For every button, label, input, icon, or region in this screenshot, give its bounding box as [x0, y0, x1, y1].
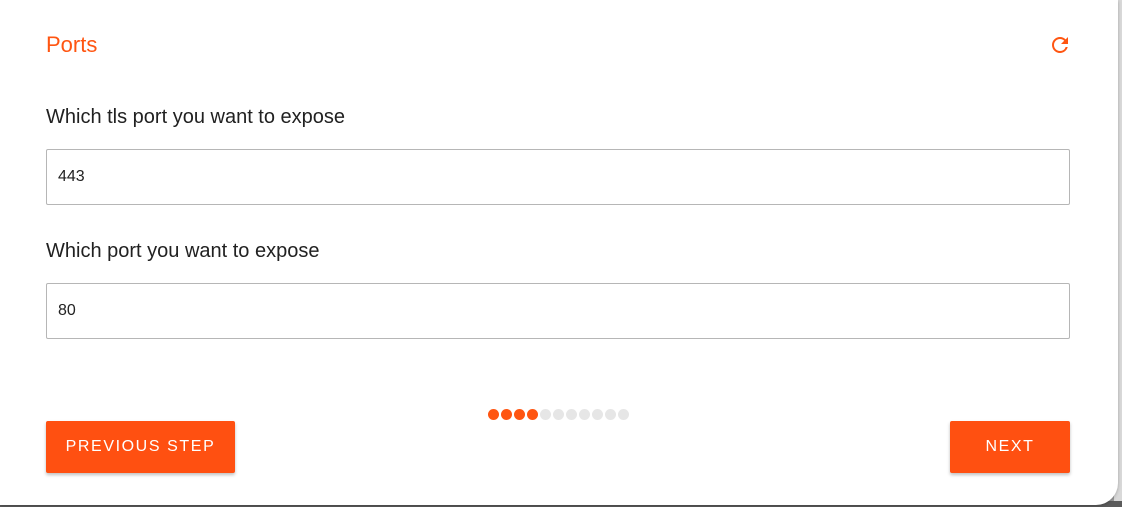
tls-port-label: Which tls port you want to expose	[46, 106, 346, 128]
step-dot-completed	[527, 409, 538, 420]
port-input[interactable]	[46, 283, 1070, 339]
step-dot-pending	[618, 409, 629, 420]
step-dot-completed	[514, 409, 525, 420]
step-dot-pending	[605, 409, 616, 420]
step-dot-completed	[501, 409, 512, 420]
next-button[interactable]: NEXT	[950, 421, 1070, 473]
progress-stepper	[488, 409, 629, 420]
step-dot-pending	[579, 409, 590, 420]
previous-step-button[interactable]: PREVIOUS STEP	[46, 421, 235, 473]
step-dot-completed	[488, 409, 499, 420]
step-dot-pending	[566, 409, 577, 420]
tls-port-input[interactable]	[46, 149, 1070, 205]
step-dot-pending	[540, 409, 551, 420]
step-dot-pending	[592, 409, 603, 420]
ports-dialog: Ports Which tls port you want to expose …	[0, 0, 1118, 505]
port-label: Which port you want to expose	[46, 240, 320, 262]
dialog-title: Ports	[46, 32, 98, 57]
step-dot-pending	[553, 409, 564, 420]
refresh-icon[interactable]	[1048, 33, 1072, 57]
